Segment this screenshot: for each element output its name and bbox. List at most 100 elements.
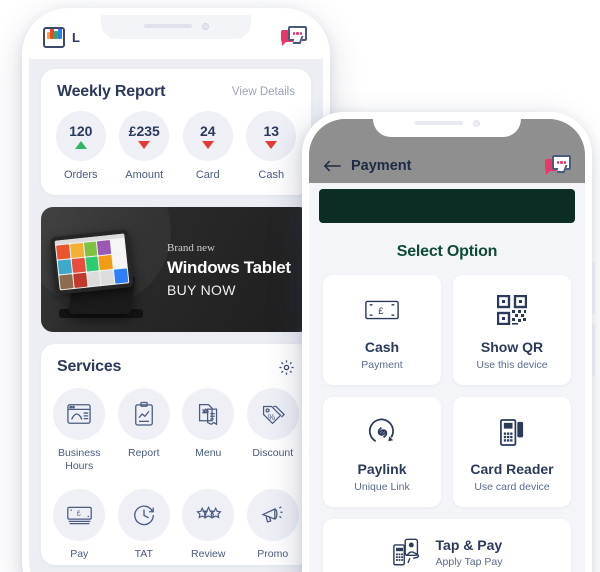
banner-eyebrow: Brand new [167,241,215,254]
trend-down-icon [265,141,278,149]
stat-value: 120 [69,123,93,139]
option-tap-and-pay[interactable]: Tap & Pay Apply Tap Pay [323,519,571,572]
svg-text:£: £ [378,306,384,317]
back-arrow-icon[interactable] [323,159,341,173]
stat-amount[interactable]: £235 Amount [113,111,177,181]
card-reader-icon [499,413,526,451]
service-pay[interactable]: £ Pay [47,489,112,561]
front-camera-icon [201,22,209,30]
option-title: Tap & Pay [435,536,503,553]
phone1-status-bar: L [29,15,323,59]
banner-title: Windows Tablet [167,257,291,277]
stat-value: £235 [128,123,160,139]
weekly-report-header: Weekly Report View Details [41,69,311,101]
chat-bubble-icon[interactable] [545,155,571,177]
stat-label: Card [195,169,220,181]
business-hours-icon [53,388,106,440]
option-title: Show QR [480,339,544,355]
stat-bubble: 120 [55,111,106,161]
tap-pay-icon [392,533,424,571]
service-label: Pay [70,548,89,561]
chat-bubble-icon[interactable] [281,26,307,48]
svg-text:%: % [268,412,275,421]
option-subtitle: Payment [361,359,403,371]
option-title: Paylink [357,461,407,477]
stat-label: Amount [125,169,164,181]
stat-bubble: 24 [182,111,233,161]
option-cash[interactable]: £ Cash Payment [323,275,441,385]
speaker-slot-icon [143,24,192,28]
phone-device-payment: Payment Select Option £ Cash Payment Sho… [302,112,595,572]
banner-cta[interactable]: BUY NOW [167,282,291,298]
banknote-icon: £ [364,291,400,329]
services-card: Services Business Hours Report Menu % Di… [41,344,311,566]
option-subtitle: Apply Tap Pay [435,555,503,568]
stat-orders[interactable]: 120 Orders [49,111,113,181]
service-review[interactable]: Review [176,489,241,561]
phone-device-dashboard: L Weekly Report View Details 120 Orders … [22,8,330,572]
menu-document-icon [182,388,235,440]
tap-pay-text: Tap & Pay Apply Tap Pay [436,537,503,568]
stars-icon [182,489,235,542]
option-paylink[interactable]: Paylink Unique Link [323,397,441,507]
option-subtitle: Unique Link [354,481,410,493]
promo-banner[interactable]: Brand new Windows Tablet BUY NOW [41,207,311,332]
front-camera-icon [472,119,480,127]
weekly-stats-row: 120 Orders £235 Amount 24 Card 13 Cash [41,101,311,195]
option-show-qr[interactable]: Show QR Use this device [453,275,571,385]
services-row-2: £ Pay TAT Review Promo [41,477,311,565]
phone2-screen: Payment Select Option £ Cash Payment Sho… [309,119,585,572]
service-business-hours[interactable]: Business Hours [47,388,112,473]
service-label: Discount [252,447,294,459]
stat-card[interactable]: 24 Card [176,111,240,181]
payment-options-grid: £ Cash Payment Show QR Use this device P… [309,275,585,507]
stat-bubble: 13 [246,111,297,161]
discount-tag-icon: % [246,388,299,440]
services-header: Services [41,344,311,376]
gear-icon[interactable] [278,359,295,376]
megaphone-icon [246,489,299,542]
service-discount[interactable]: % Discount [241,388,306,473]
weekly-report-card: Weekly Report View Details 120 Orders £2… [41,69,311,195]
screenshot-stage: L Weekly Report View Details 120 Orders … [0,0,600,572]
option-title: Cash [364,339,400,355]
service-label: TAT [134,548,153,561]
option-subtitle: Use card device [474,481,550,493]
windows-tablet-pos-photo [41,207,161,332]
stat-label: Orders [63,169,98,181]
view-details-link[interactable]: View Details [232,86,295,98]
stat-bubble: £235 [119,111,170,161]
services-title: Services [57,358,122,375]
phone1-screen: L Weekly Report View Details 120 Orders … [29,15,323,572]
stat-value: 13 [263,123,280,139]
svg-text:£: £ [77,508,81,517]
volume-down-button[interactable] [592,324,595,376]
trend-down-icon [201,141,214,149]
volume-up-button[interactable] [592,262,595,314]
service-menu[interactable]: Menu [176,388,241,473]
app-brand[interactable]: L [43,26,80,48]
service-tat[interactable]: TAT [112,489,177,561]
option-subtitle: Use this device [476,359,548,371]
stat-cash[interactable]: 13 Cash [240,111,304,181]
trend-up-icon [74,141,87,149]
app-logo-icon [43,26,65,48]
service-label: Promo [257,548,289,561]
section-title: Select Option [396,243,498,260]
option-card-reader[interactable]: Card Reader Use card device [453,397,571,507]
payment-header-row: Payment [309,155,585,177]
link-circle-icon [367,413,398,451]
banner-copy: Brand new Windows Tablet BUY NOW [161,242,291,298]
trend-down-icon [138,141,151,149]
phone2-notch [373,119,521,137]
service-label: Report [127,447,160,459]
service-label: Menu [195,447,222,459]
chat-bubble-front [288,26,307,41]
stat-value: 24 [199,123,216,139]
service-report[interactable]: Report [112,388,177,473]
promo-green-band [319,189,575,223]
service-promo[interactable]: Promo [241,489,306,561]
stat-label: Cash [258,169,285,181]
clock-icon [117,489,170,542]
page-title: Payment [351,158,412,174]
